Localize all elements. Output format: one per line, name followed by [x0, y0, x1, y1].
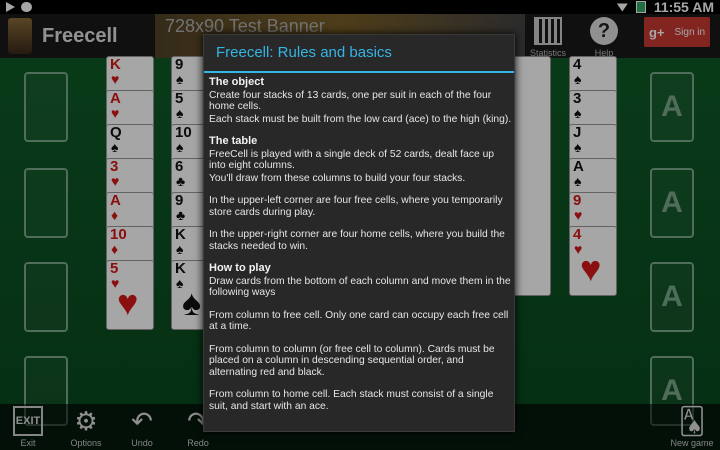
- paragraph: Each stack must be built from the low ca…: [209, 113, 512, 125]
- paragraph: Draw cards from the bottom of each colum…: [209, 275, 511, 299]
- rules-dialog: Freecell: Rules and basics The object Cr…: [203, 34, 515, 432]
- paragraph: From column to home cell. Each stack mus…: [209, 389, 494, 412]
- section-heading: How to play: [209, 262, 271, 274]
- dialog-body[interactable]: The object Create four stacks of 13 card…: [209, 75, 513, 431]
- paragraph: From column to free cell. Only one card …: [209, 309, 509, 333]
- paragraph: In the upper-left corner are four free c…: [209, 195, 503, 218]
- section-heading: The object: [209, 76, 265, 88]
- paragraph: You'll draw from these columns to build …: [209, 172, 466, 184]
- section-heading: The table: [209, 135, 258, 147]
- dialog-divider: [204, 71, 514, 73]
- paragraph: FreeCell is played with a single deck of…: [209, 148, 495, 172]
- paragraph: Create four stacks of 13 cards, one per …: [209, 89, 492, 113]
- dialog-title: Freecell: Rules and basics: [216, 44, 392, 61]
- paragraph: From column to column (or free cell to c…: [209, 343, 495, 378]
- paragraph: In the upper-right corner are four home …: [209, 229, 505, 252]
